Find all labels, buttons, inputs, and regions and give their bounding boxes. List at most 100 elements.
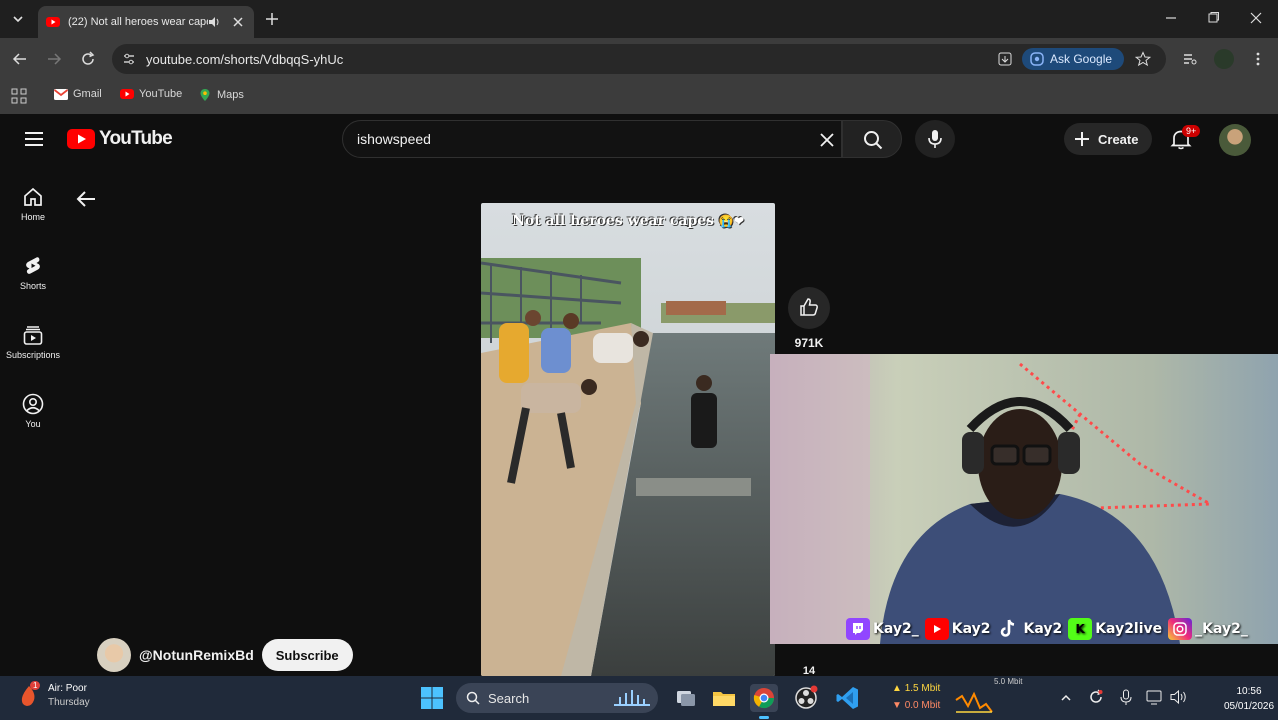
obs-taskbar-button[interactable] <box>792 684 820 712</box>
notifications-button[interactable]: 9+ <box>1170 125 1201 152</box>
windows-taskbar: 1 Air: Poor Thursday Search ▲ 1.5 Mbit ▼… <box>0 676 1278 720</box>
social-kick: K Kay2live <box>1068 618 1162 640</box>
sidebar-item-home[interactable]: Home <box>0 186 66 222</box>
sidebar-item-label: You <box>25 419 41 429</box>
search-icon <box>466 691 480 705</box>
volume-icon[interactable] <box>1170 689 1188 705</box>
back-arrow-icon[interactable] <box>76 190 96 208</box>
maps-icon <box>200 89 210 101</box>
create-button[interactable]: Create <box>1064 123 1152 155</box>
net-down-value: 0.0 Mbit <box>904 700 941 711</box>
site-info-icon[interactable] <box>122 52 136 66</box>
caption-text: Not all heroes wear capes <box>512 213 715 229</box>
net-up-value: 1.5 Mbit <box>904 683 941 694</box>
search-value: ishowspeed <box>357 131 431 147</box>
social-handle: Kay2 <box>1023 621 1063 637</box>
reload-icon[interactable] <box>80 51 96 67</box>
short-video-player[interactable]: Not all heroes wear capes 😭❤ <box>481 203 775 676</box>
kick-icon: K <box>1068 618 1093 640</box>
task-view-icon <box>677 691 695 706</box>
taskbar-clock[interactable]: 10:56 05/01/2026 <box>1224 684 1274 714</box>
sidebar-item-you[interactable]: You <box>0 393 66 429</box>
youtube-logo-text: YouTube <box>99 128 173 149</box>
search-icon <box>864 131 883 150</box>
weather-widget[interactable]: 1 Air: Poor Thursday <box>16 681 90 710</box>
new-tab-icon[interactable] <box>264 11 280 27</box>
window-close-icon[interactable] <box>1249 11 1263 25</box>
caption-emoji: 😭❤ <box>718 214 744 228</box>
bookmark-maps[interactable]: Maps <box>198 88 244 102</box>
install-app-icon[interactable] <box>997 51 1013 67</box>
active-indicator <box>759 716 769 719</box>
youtube-logo[interactable]: YouTube <box>67 128 173 150</box>
sync-icon[interactable] <box>1088 689 1104 705</box>
shorts-icon <box>26 257 40 274</box>
forward-arrow-icon[interactable] <box>46 51 62 67</box>
start-button[interactable] <box>418 684 446 712</box>
sidebar-item-subscriptions[interactable]: Subscriptions <box>0 324 66 360</box>
browser-tab[interactable]: (22) Not all heroes wear capes <box>38 6 254 38</box>
webcam-overlay <box>770 354 1278 644</box>
chrome-taskbar-button[interactable] <box>750 684 778 719</box>
webcam-feed-image <box>770 354 1278 644</box>
social-twitch: Kay2_ <box>846 618 919 640</box>
profile-avatar[interactable] <box>1214 49 1234 69</box>
obs-icon <box>795 685 818 709</box>
bookmark-star-icon[interactable] <box>1135 51 1151 67</box>
channel-name[interactable]: @NotunRemixBd <box>139 647 254 663</box>
net-up: ▲ 1.5 Mbit <box>892 683 941 694</box>
taskbar-search[interactable]: Search <box>456 683 658 713</box>
ask-google-button[interactable]: Ask Google <box>1022 48 1124 70</box>
chevron-up-icon[interactable] <box>1059 691 1073 705</box>
weather-day: Thursday <box>48 697 90 708</box>
bookmark-youtube[interactable]: YouTube <box>120 88 182 100</box>
like-button[interactable] <box>788 287 830 329</box>
comment-count: 14 <box>802 665 816 676</box>
tab-close-icon[interactable] <box>230 14 246 30</box>
sidebar-item-label: Subscriptions <box>5 350 61 360</box>
search-input[interactable]: ishowspeed <box>342 120 842 158</box>
youtube-icon <box>924 618 949 640</box>
social-tiktok: Kay2 <box>996 618 1062 640</box>
menu-dots-icon[interactable] <box>1250 51 1266 67</box>
monitor-icon[interactable] <box>1146 689 1164 705</box>
tab-title: (22) Not all heroes wear capes <box>68 16 208 28</box>
hamburger-menu-icon[interactable] <box>24 131 44 147</box>
folder-icon <box>713 692 735 706</box>
restore-icon[interactable] <box>1206 11 1220 25</box>
url-text: youtube.com/shorts/VdbqqS-yhUc <box>146 51 344 67</box>
youtube-icon <box>120 89 134 99</box>
bookmark-label: Gmail <box>73 88 102 100</box>
create-label: Create <box>1098 131 1139 147</box>
task-view-button[interactable] <box>672 684 700 712</box>
apps-grid-icon[interactable] <box>11 88 27 104</box>
bookmark-label: Maps <box>217 89 244 101</box>
tab-search-button[interactable] <box>8 9 28 29</box>
vscode-taskbar-button[interactable] <box>834 684 862 712</box>
sidebar-item-label: Shorts <box>19 281 46 291</box>
media-controls-icon[interactable] <box>1182 51 1198 67</box>
speaker-icon[interactable] <box>208 16 222 28</box>
short-caption: Not all heroes wear capes 😭❤ <box>481 213 775 229</box>
channel-avatar[interactable] <box>97 638 131 672</box>
clear-search-icon[interactable] <box>819 132 835 148</box>
microphone-icon[interactable] <box>1118 689 1134 707</box>
voice-search-button[interactable] <box>915 120 955 158</box>
account-avatar[interactable] <box>1219 124 1251 156</box>
taskbar-search-label: Search <box>488 690 530 706</box>
back-arrow-icon[interactable] <box>12 51 28 67</box>
social-handle: Kay2 <box>951 621 991 637</box>
search-highlight-icon <box>614 690 650 706</box>
social-handle: Kay2live <box>1095 621 1163 637</box>
subscribe-button[interactable]: Subscribe <box>261 639 353 671</box>
sidebar-item-label: Home <box>20 212 45 222</box>
sidebar-item-shorts[interactable]: Shorts <box>0 255 66 291</box>
file-explorer-button[interactable] <box>710 684 738 712</box>
twitch-icon <box>846 618 870 640</box>
clock-date: 05/01/2026 <box>1224 701 1275 712</box>
weather-title: Air: Poor <box>48 683 87 694</box>
bookmark-gmail[interactable]: Gmail <box>54 88 102 100</box>
ask-google-label: Ask Google <box>1050 52 1113 66</box>
minimize-icon[interactable] <box>1164 11 1178 25</box>
search-button[interactable] <box>842 120 902 158</box>
